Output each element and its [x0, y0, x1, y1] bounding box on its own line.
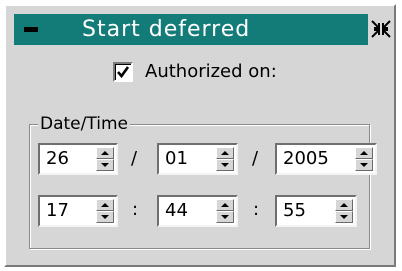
- day-value: 26: [46, 148, 69, 169]
- month-value: 01: [165, 148, 188, 169]
- minute-spinner[interactable]: 44: [157, 195, 238, 227]
- month-spinner[interactable]: 01: [157, 143, 238, 175]
- hour-spinner[interactable]: 17: [38, 195, 118, 227]
- day-down-arrow[interactable]: [96, 159, 114, 171]
- minute-value: 44: [165, 200, 188, 221]
- authorized-checkbox[interactable]: [113, 62, 133, 82]
- authorized-label: Authorized on:: [145, 61, 277, 82]
- hour-down-arrow[interactable]: [96, 211, 114, 223]
- hour-value: 17: [46, 200, 69, 221]
- time-separator: :: [132, 199, 139, 220]
- second-up-arrow[interactable]: [335, 199, 353, 211]
- date-separator: /: [131, 148, 138, 169]
- year-spinner[interactable]: 2005: [275, 143, 377, 175]
- checkmark-icon: [117, 66, 130, 79]
- pin-button[interactable]: [368, 14, 394, 45]
- year-value: 2005: [283, 148, 329, 169]
- hour-up-arrow[interactable]: [96, 199, 114, 211]
- second-value: 55: [283, 200, 306, 221]
- minute-up-arrow[interactable]: [216, 199, 234, 211]
- minute-down-arrow[interactable]: [216, 211, 234, 223]
- time-separator: :: [253, 199, 260, 220]
- title-bar: Start deferred: [14, 14, 394, 45]
- window-title: Start deferred: [82, 17, 251, 42]
- second-down-arrow[interactable]: [335, 211, 353, 223]
- year-down-arrow[interactable]: [355, 159, 373, 171]
- day-up-arrow[interactable]: [96, 147, 114, 159]
- date-separator: /: [252, 148, 259, 169]
- month-down-arrow[interactable]: [216, 159, 234, 171]
- expand-arrows-icon: [371, 20, 391, 38]
- year-up-arrow[interactable]: [355, 147, 373, 159]
- datetime-group-label: Date/Time: [38, 114, 130, 134]
- collapse-icon[interactable]: [24, 27, 38, 32]
- month-up-arrow[interactable]: [216, 147, 234, 159]
- second-spinner[interactable]: 55: [275, 195, 357, 227]
- day-spinner[interactable]: 26: [38, 143, 118, 175]
